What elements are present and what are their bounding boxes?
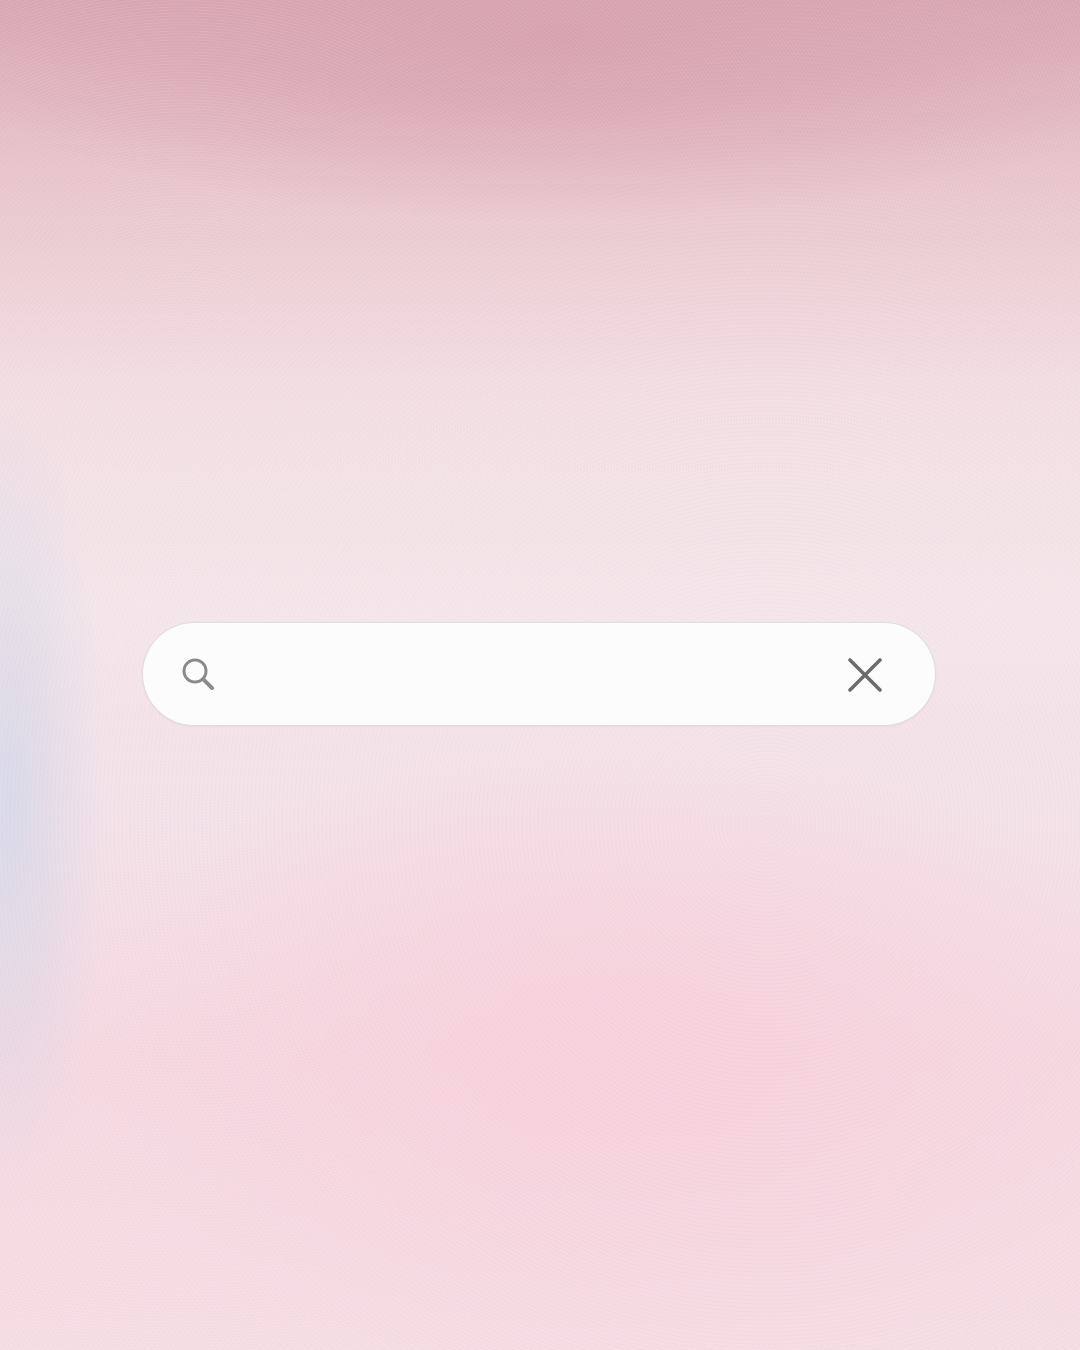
search-bar[interactable] (142, 622, 936, 726)
clear-search-button[interactable] (843, 653, 887, 697)
close-icon (848, 658, 882, 692)
search-input[interactable] (239, 645, 819, 703)
search-icon (179, 655, 219, 695)
